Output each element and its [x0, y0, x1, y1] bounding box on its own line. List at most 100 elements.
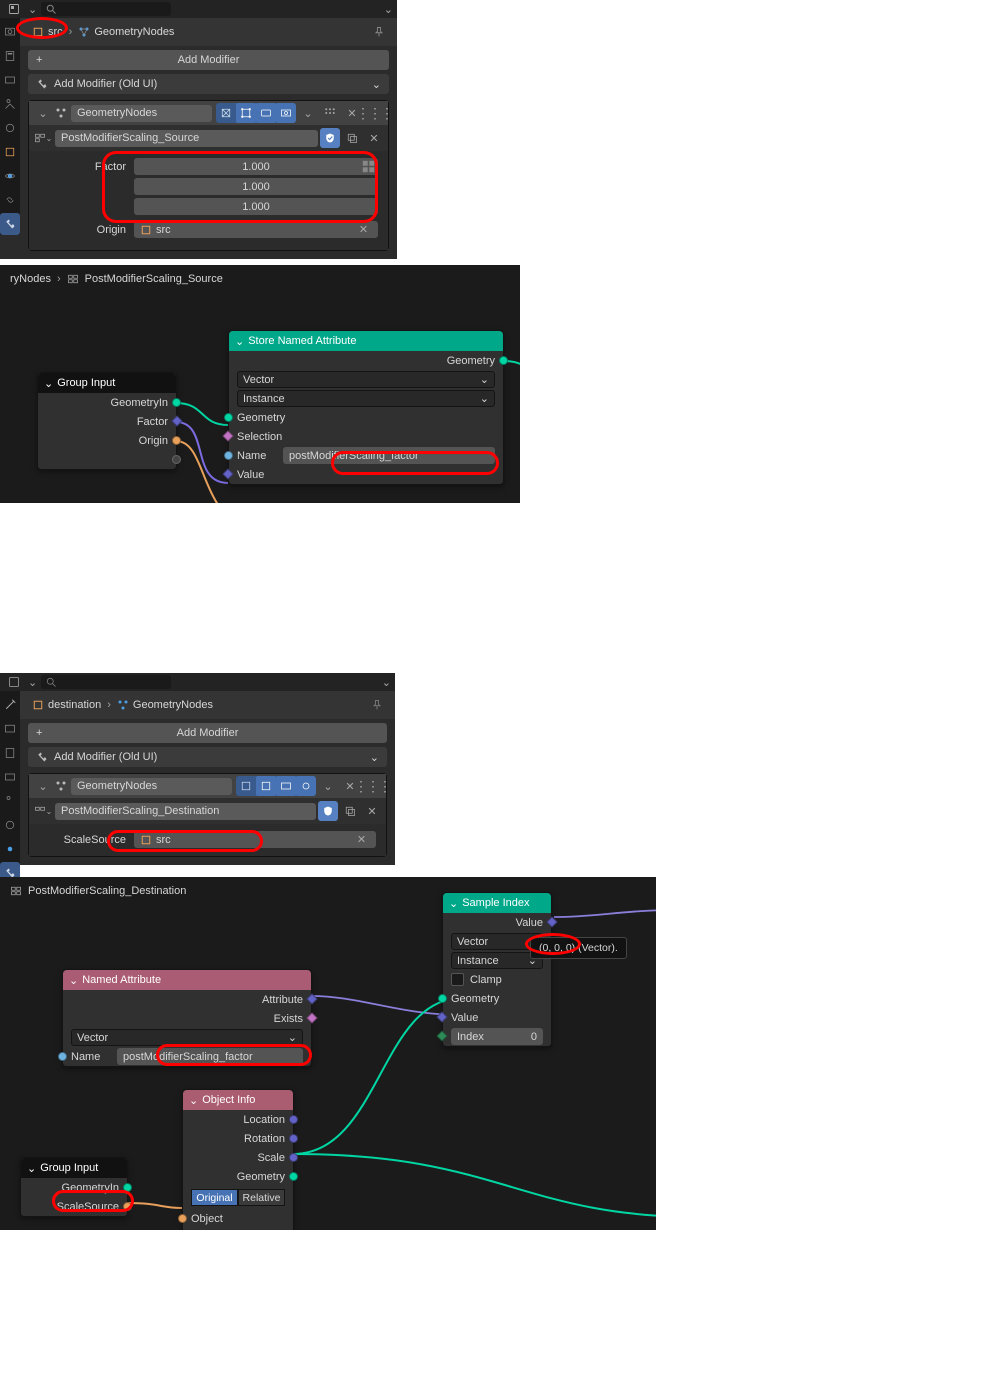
socket-factor-out[interactable]: Factor — [38, 412, 176, 431]
clear-scalesource[interactable]: ✕ — [353, 831, 370, 848]
sample-index-node[interactable]: ⌄Sample Index Value Vector⌄ Instance⌄ Cl… — [442, 892, 552, 1047]
tab-scene-icon[interactable] — [0, 93, 20, 115]
drag-handle-icon[interactable]: ⋮⋮⋮ — [364, 103, 384, 123]
node-header[interactable]: ⌄Group Input — [21, 1158, 127, 1178]
socket-geometry-out[interactable]: GeometryIn — [21, 1178, 127, 1197]
duplicate-nodegroup[interactable] — [340, 801, 360, 821]
search-input[interactable] — [41, 2, 171, 16]
tab-output-icon[interactable] — [0, 742, 20, 764]
socket-origin-out[interactable]: Origin — [38, 431, 176, 450]
name-text-field[interactable]: postModifierScaling_factor — [117, 1048, 303, 1065]
add-modifier-button[interactable]: + Add Modifier — [28, 50, 389, 70]
modifier-name-field[interactable]: GeometryNodes — [71, 105, 212, 122]
node-editor-2[interactable]: PostModifierScaling_Destination ⌄Named A… — [0, 877, 656, 1230]
socket-geometry-out[interactable]: Geometry — [229, 351, 503, 370]
nodegroup-name-field[interactable]: PostModifierScaling_Destination — [55, 803, 316, 820]
duplicate-nodegroup[interactable] — [342, 128, 362, 148]
object-info-node[interactable]: ⌄Object Info Location Rotation Scale Geo… — [182, 1089, 294, 1230]
tab-world-icon[interactable] — [0, 814, 20, 836]
drag-handle-icon[interactable]: ⋮⋮⋮ — [362, 776, 382, 796]
expand-toggle[interactable]: ⌄ — [33, 103, 53, 123]
original-option[interactable]: Original — [191, 1189, 238, 1206]
pin-icon[interactable] — [371, 699, 383, 711]
add-modifier-old-dropdown[interactable]: Add Modifier (Old UI) ⌄ — [28, 74, 389, 94]
socket-as-instance-in[interactable]: As Instance — [183, 1228, 293, 1230]
extras-dropdown[interactable]: ⌄ — [298, 103, 318, 123]
editmode-toggle[interactable] — [256, 776, 276, 796]
modifier-name-field[interactable]: GeometryNodes — [71, 778, 232, 795]
scalesource-object-field[interactable]: src ✕ — [134, 831, 376, 848]
tab-constraint-icon[interactable] — [0, 189, 20, 211]
transform-space-toggle[interactable]: Original Relative — [191, 1189, 285, 1206]
tab-scene-icon[interactable] — [0, 790, 20, 812]
unlink-nodegroup[interactable]: ✕ — [364, 128, 384, 148]
tab-view-icon[interactable] — [0, 766, 20, 788]
add-modifier-button[interactable]: +Add Modifier — [28, 723, 387, 743]
socket-selection-in[interactable]: Selection — [229, 427, 503, 446]
tab-world-icon[interactable] — [0, 117, 20, 139]
origin-object-field[interactable]: src ✕ — [134, 221, 378, 238]
clamp-row[interactable]: Clamp — [443, 970, 551, 989]
breadcrumb-object[interactable]: destination — [32, 699, 101, 711]
realtime-toggle[interactable] — [256, 103, 276, 123]
nodegroup-name-field[interactable]: PostModifierScaling_Source — [55, 130, 318, 147]
data-type-dropdown[interactable]: Vector⌄ — [63, 1028, 311, 1047]
pin-icon[interactable] — [373, 26, 385, 38]
breadcrumb-modifier[interactable]: GeometryNodes — [117, 699, 213, 711]
named-attribute-node[interactable]: ⌄Named Attribute Attribute Exists Vector… — [62, 969, 312, 1067]
socket-location-out[interactable]: Location — [183, 1110, 293, 1129]
socket-value-in[interactable]: Value — [229, 465, 503, 484]
search-input[interactable] — [41, 675, 171, 689]
tab-output-icon[interactable] — [0, 45, 20, 67]
tool-tab-icon[interactable] — [0, 694, 20, 716]
socket-attribute-out[interactable]: Attribute — [63, 990, 311, 1009]
clear-origin[interactable]: ✕ — [355, 221, 372, 238]
per-axis-icon[interactable] — [362, 160, 375, 173]
nodegroup-browse[interactable]: ⌄ — [33, 801, 53, 821]
tab-physics-icon[interactable] — [0, 165, 20, 187]
group-input-node[interactable]: ⌄Group Input GeometryIn Factor Origin — [37, 372, 177, 470]
tab-view-icon[interactable] — [0, 69, 20, 91]
index-field[interactable]: Index0 — [451, 1028, 543, 1045]
add-modifier-old-dropdown[interactable]: Add Modifier (Old UI)⌄ — [28, 747, 387, 767]
clamp-checkbox[interactable] — [451, 973, 464, 986]
node-editor-1[interactable]: ryNodes › PostModifierScaling_Source ⌄Gr… — [0, 265, 520, 503]
editor-type-dropdown[interactable] — [4, 672, 24, 692]
extras-dropdown[interactable]: ⌄ — [318, 776, 338, 796]
factor-y-field[interactable]: 1.000 — [134, 178, 378, 195]
socket-empty-out[interactable] — [38, 450, 176, 469]
socket-rotation-out[interactable]: Rotation — [183, 1129, 293, 1148]
unlink-nodegroup[interactable]: ✕ — [362, 801, 382, 821]
editor-type-dropdown[interactable] — [4, 0, 24, 19]
expand-toggle[interactable]: ⌄ — [33, 776, 53, 796]
editmode-toggle[interactable] — [236, 103, 256, 123]
node-header[interactable]: ⌄Group Input — [38, 373, 176, 393]
socket-value-in[interactable]: Value — [443, 1008, 551, 1027]
realtime-toggle[interactable] — [276, 776, 296, 796]
factor-z-field[interactable]: 1.000 — [134, 198, 378, 215]
socket-geometry-out[interactable]: Geometry — [183, 1167, 293, 1186]
node-header[interactable]: ⌄Sample Index — [443, 893, 551, 913]
breadcrumb-modifier[interactable]: GeometryNodes — [78, 26, 174, 38]
tab-render-icon[interactable] — [0, 21, 20, 43]
data-type-dropdown[interactable]: Vector⌄ — [229, 370, 503, 389]
fake-user-toggle[interactable] — [320, 128, 340, 148]
socket-geometry-out[interactable]: GeometryIn — [38, 393, 176, 412]
socket-value-out[interactable]: Value — [443, 913, 551, 932]
socket-name-in[interactable]: NamepostModifierScaling_factor — [229, 446, 503, 465]
node-header[interactable]: ⌄Store Named Attribute — [229, 331, 503, 351]
nodegroup-browse[interactable]: ⌄ — [33, 128, 53, 148]
tab-object-icon[interactable] — [0, 141, 20, 163]
socket-geometry-in[interactable]: Geometry — [229, 408, 503, 427]
factor-x-field[interactable]: 1.000 — [134, 158, 378, 175]
render-toggle[interactable] — [276, 103, 296, 123]
group-input-node[interactable]: ⌄Group Input GeometryIn ScaleSource — [20, 1157, 128, 1217]
domain-dropdown[interactable]: Instance⌄ — [229, 389, 503, 408]
socket-geometry-in[interactable]: Geometry — [443, 989, 551, 1008]
name-text-field[interactable]: postModifierScaling_factor — [283, 447, 495, 464]
relative-option[interactable]: Relative — [238, 1189, 285, 1206]
socket-scalesource-out[interactable]: ScaleSource — [21, 1197, 127, 1216]
fake-user-toggle[interactable] — [318, 801, 338, 821]
socket-exists-out[interactable]: Exists — [63, 1009, 311, 1028]
tab-physics-icon[interactable] — [0, 838, 20, 860]
